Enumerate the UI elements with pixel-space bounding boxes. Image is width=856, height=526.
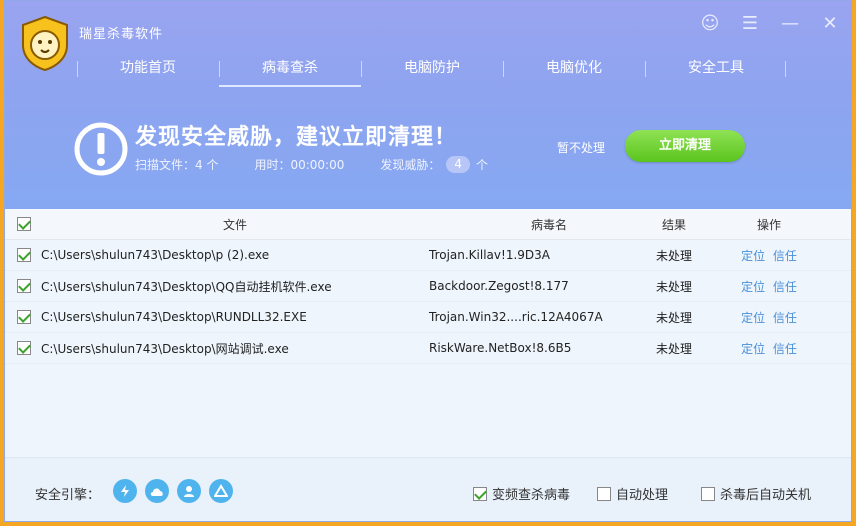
support-icon[interactable]: ☺	[699, 13, 721, 35]
option-auto-handle[interactable]: 自动处理	[597, 484, 668, 503]
table-row: C:\Users\shulun743\Desktop\p (2).exe Tro…	[5, 240, 851, 271]
option-auto-shutdown[interactable]: 杀毒后自动关机	[701, 484, 811, 503]
tab-virus-scan[interactable]: 病毒查杀	[219, 51, 361, 87]
nav-divider	[219, 61, 220, 77]
triangle-engine-icon[interactable]	[209, 479, 233, 503]
auto-handle-label: 自动处理	[616, 488, 669, 503]
minimize-icon[interactable]: —	[779, 13, 801, 35]
elapsed-time: 用时：00:00:00	[254, 158, 345, 172]
row-checkbox[interactable]	[17, 310, 31, 325]
tab-home[interactable]: 功能首页	[77, 51, 219, 87]
engine-label: 安全引擎：	[35, 488, 101, 503]
trust-link[interactable]: 信任	[773, 249, 797, 263]
clean-now-button[interactable]: 立即清理	[625, 130, 745, 162]
tab-tools[interactable]: 安全工具	[645, 51, 787, 87]
footer-bar: 安全引擎： 变频查杀病毒 自动处理 杀毒后自动关机	[5, 457, 851, 521]
nav-divider	[361, 61, 362, 77]
row-checkbox[interactable]	[17, 341, 31, 356]
result-status: 未处理	[655, 310, 692, 325]
nav-divider	[785, 61, 786, 77]
auto-shutdown-label: 杀毒后自动关机	[720, 488, 812, 503]
table-row: C:\Users\shulun743\Desktop\网站调试.exe Risk…	[5, 333, 851, 364]
frequency-scan-checkbox[interactable]	[473, 486, 487, 501]
virus-name: Backdoor.Zegost!8.177	[429, 279, 569, 293]
threats-unit: 个	[476, 158, 489, 172]
trust-link[interactable]: 信任	[773, 342, 797, 356]
result-status: 未处理	[655, 341, 692, 356]
locate-link[interactable]: 定位	[741, 280, 765, 294]
row-checkbox[interactable]	[17, 248, 31, 263]
threats-found: 发现威胁： 4 个	[380, 156, 488, 173]
alert-title: 发现安全威胁，建议立即清理！	[135, 125, 458, 150]
select-all-checkbox[interactable]	[17, 217, 31, 232]
tab-protection[interactable]: 电脑防护	[361, 51, 503, 87]
menu-icon[interactable]: ☰	[739, 13, 761, 35]
table-row: C:\Users\shulun743\Desktop\QQ自动挂机软件.exe …	[5, 271, 851, 302]
file-path: C:\Users\shulun743\Desktop\p (2).exe	[41, 248, 270, 262]
virus-name: Trojan.Win32....ric.12A4067A	[429, 310, 603, 324]
file-path: C:\Users\shulun743\Desktop\QQ自动挂机软件.exe	[41, 279, 332, 294]
skip-button[interactable]: 暂不处理	[557, 139, 605, 156]
user-engine-icon[interactable]	[177, 479, 201, 503]
warning-icon	[74, 122, 128, 176]
lightning-engine-icon[interactable]	[113, 479, 137, 503]
auto-handle-checkbox[interactable]	[597, 486, 611, 501]
cloud-engine-icon[interactable]	[145, 479, 169, 503]
col-result: 结果	[661, 217, 686, 232]
table-header: 文件 病毒名 结果 操作	[5, 209, 851, 240]
nav-divider	[645, 61, 646, 77]
file-path: C:\Users\shulun743\Desktop\网站调试.exe	[41, 341, 289, 356]
col-file: 文件	[222, 217, 247, 232]
lion-logo-icon	[22, 15, 68, 71]
trust-link[interactable]: 信任	[773, 311, 797, 325]
locate-link[interactable]: 定位	[741, 342, 765, 356]
nav-divider	[77, 61, 78, 77]
threat-count-badge: 4	[446, 156, 471, 173]
option-frequency-scan[interactable]: 变频查杀病毒	[473, 484, 570, 503]
virus-name: RiskWare.NetBox!8.6B5	[429, 341, 572, 355]
app-title: 瑞星杀毒软件	[79, 27, 164, 42]
window-controls: ☺ ☰ — ✕	[699, 13, 841, 35]
scanned-files: 扫描文件：4 个	[135, 158, 219, 172]
file-path: C:\Users\shulun743\Desktop\RUNDLL32.EXE	[41, 310, 307, 324]
trust-link[interactable]: 信任	[773, 280, 797, 294]
locate-link[interactable]: 定位	[741, 311, 765, 325]
threats-label: 发现威胁：	[380, 158, 441, 172]
tab-optimize[interactable]: 电脑优化	[503, 51, 645, 87]
result-status: 未处理	[655, 248, 692, 263]
locate-link[interactable]: 定位	[741, 249, 765, 263]
main-nav: 功能首页 病毒查杀 电脑防护 电脑优化 安全工具	[77, 51, 787, 87]
main-window: 瑞星杀毒软件 ☺ ☰ — ✕ 功能首页 病毒查杀 电脑防护 电脑优化 安全工具 …	[4, 0, 852, 522]
virus-name: Trojan.Killav!1.9D3A	[429, 248, 550, 262]
close-icon[interactable]: ✕	[819, 13, 841, 35]
frequency-scan-label: 变频查杀病毒	[492, 488, 571, 503]
nav-divider	[503, 61, 504, 77]
header: 瑞星杀毒软件 ☺ ☰ — ✕ 功能首页 病毒查杀 电脑防护 电脑优化 安全工具 …	[5, 1, 851, 209]
engine-icons	[113, 479, 233, 503]
threat-table: 文件 病毒名 结果 操作 C:\Users\shulun743\Desktop\…	[5, 209, 851, 364]
row-checkbox[interactable]	[17, 279, 31, 294]
result-status: 未处理	[655, 279, 692, 294]
scan-stats: 扫描文件：4 个 用时：00:00:00 发现威胁： 4 个	[135, 156, 524, 173]
table-row: C:\Users\shulun743\Desktop\RUNDLL32.EXE …	[5, 302, 851, 333]
col-virus: 病毒名	[530, 217, 567, 232]
auto-shutdown-checkbox[interactable]	[701, 486, 715, 501]
col-action: 操作	[756, 217, 781, 232]
